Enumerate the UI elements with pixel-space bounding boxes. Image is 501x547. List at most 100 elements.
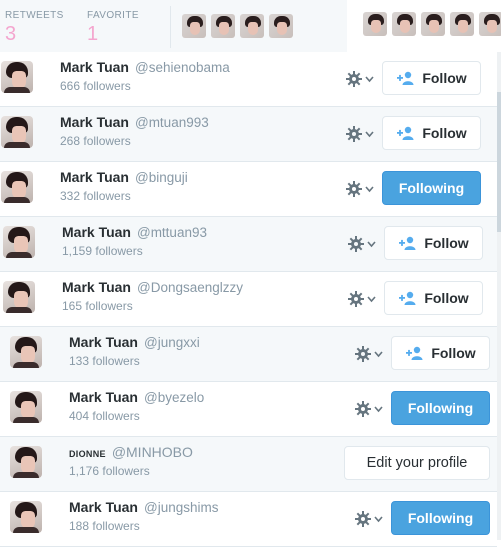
avatar[interactable]: [10, 336, 42, 368]
user-actions-dropdown[interactable]: [355, 399, 385, 419]
follow-button[interactable]: Follow: [382, 116, 481, 150]
follower-count: 133 followers: [69, 354, 140, 368]
user-fullname[interactable]: Mark Tuan: [62, 224, 131, 240]
user-actions-dropdown[interactable]: [346, 124, 376, 144]
user-fullname[interactable]: Mark Tuan: [69, 334, 138, 350]
favorites-count: 1: [87, 23, 99, 45]
user-handle[interactable]: @jungxxi: [144, 335, 200, 350]
user-actions-dropdown[interactable]: [346, 69, 376, 89]
gear-icon: [348, 291, 376, 307]
engager-avatar[interactable]: [182, 14, 206, 38]
engager-avatars: [182, 14, 293, 38]
user-name-line: Mark Tuan @jungxxi: [69, 334, 200, 352]
following-button[interactable]: Following: [382, 171, 481, 205]
follow-button-label: Follow: [431, 345, 476, 361]
add-user-icon: [398, 236, 418, 250]
avatar[interactable]: [1, 116, 33, 148]
user-handle[interactable]: @mttuan93: [137, 225, 207, 240]
user-name-line: Mark Tuan @Dongsaenglzzy: [62, 279, 243, 297]
stats-divider: [170, 6, 171, 48]
add-user-icon: [396, 71, 416, 85]
user-name-line: Mark Tuan @sehienobama: [60, 59, 230, 77]
user-fullname[interactable]: Mark Tuan: [69, 499, 138, 515]
user-actions-dropdown[interactable]: [348, 234, 378, 254]
user-actions-dropdown[interactable]: [348, 289, 378, 309]
user-handle[interactable]: @binguji: [135, 170, 188, 185]
follower-count: 332 followers: [60, 189, 131, 203]
user-fullname[interactable]: Mark Tuan: [60, 169, 129, 185]
favorites-label: FAVORITE: [87, 10, 139, 21]
user-name-line: Mark Tuan @mttuan93: [62, 224, 207, 242]
user-handle[interactable]: @MINHOBO: [112, 444, 193, 460]
list-item: Mark Tuan @sehienobama 666 followers Foll…: [0, 52, 497, 107]
retweets-count: 3: [5, 23, 17, 45]
following-button[interactable]: Following: [391, 391, 490, 425]
user-fullname[interactable]: Mark Tuan: [60, 59, 129, 75]
user-fullname[interactable]: Mark Tuan: [62, 279, 131, 295]
follow-button[interactable]: Follow: [391, 336, 490, 370]
user-actions-dropdown[interactable]: [355, 344, 385, 364]
follow-button-label: Follow: [424, 290, 469, 306]
engagement-stats-bar: RETWEETS 3 FAVORITE 1: [0, 0, 501, 53]
user-name-line: Mark Tuan @byezelo: [69, 389, 204, 407]
add-user-icon: [396, 126, 416, 140]
engager-avatar[interactable]: [450, 12, 474, 36]
avatar[interactable]: [10, 501, 42, 533]
scrollbar-thumb[interactable]: [497, 92, 501, 232]
gear-icon: [346, 181, 374, 197]
follow-button[interactable]: Follow: [384, 281, 483, 315]
user-handle[interactable]: @Dongsaenglzzy: [137, 280, 243, 295]
user-actions-dropdown[interactable]: [346, 179, 376, 199]
follow-button-label: Follow: [422, 125, 467, 141]
user-handle[interactable]: @byezelo: [144, 390, 204, 405]
list-item: Mark Tuan @mtuan993 268 followers Follow: [0, 107, 497, 162]
avatar[interactable]: [1, 61, 33, 93]
follow-button-label: Follow: [424, 235, 469, 251]
follower-count: 165 followers: [62, 299, 133, 313]
add-user-icon: [398, 291, 418, 305]
engager-avatar[interactable]: [479, 12, 501, 36]
avatar[interactable]: [1, 171, 33, 203]
gear-icon: [346, 71, 374, 87]
favorites-stat[interactable]: FAVORITE 1: [87, 10, 139, 45]
following-button[interactable]: Following: [391, 501, 490, 535]
scrollbar[interactable]: [497, 52, 501, 540]
retweets-label: RETWEETS: [5, 10, 64, 21]
avatar[interactable]: [10, 446, 42, 478]
avatar[interactable]: [3, 226, 35, 258]
engager-avatar[interactable]: [240, 14, 264, 38]
user-handle[interactable]: @jungshims: [144, 500, 218, 515]
user-handle[interactable]: @sehienobama: [135, 60, 230, 75]
avatar[interactable]: [3, 281, 35, 313]
list-item: DIONNE @MINHOBO 1,176 followers Edit your…: [0, 437, 497, 492]
gear-icon: [355, 346, 383, 362]
follow-button[interactable]: Follow: [384, 226, 483, 260]
engager-avatars-overflow: [347, 0, 501, 52]
avatar[interactable]: [10, 391, 42, 423]
follower-count: 188 followers: [69, 519, 140, 533]
user-fullname[interactable]: Mark Tuan: [69, 389, 138, 405]
engager-avatar[interactable]: [211, 14, 235, 38]
engager-avatar[interactable]: [392, 12, 416, 36]
gear-icon: [346, 126, 374, 142]
add-user-icon: [405, 346, 425, 360]
list-item: Mark Tuan @jungxxi 133 followers Follow: [0, 327, 497, 382]
follower-count: 666 followers: [60, 79, 131, 93]
user-name-line: DIONNE @MINHOBO: [69, 444, 193, 462]
engager-avatar[interactable]: [269, 14, 293, 38]
follower-count: 1,159 followers: [62, 244, 143, 258]
user-fullname[interactable]: Mark Tuan: [60, 114, 129, 130]
list-item: Mark Tuan @Dongsaenglzzy 165 followers Fo…: [0, 272, 497, 327]
edit-profile-button[interactable]: Edit your profile: [344, 446, 490, 480]
gear-icon: [355, 511, 383, 527]
user-name-line: Mark Tuan @binguji: [60, 169, 188, 187]
engager-avatar[interactable]: [363, 12, 387, 36]
follower-count: 268 followers: [60, 134, 131, 148]
follow-button[interactable]: Follow: [382, 61, 481, 95]
user-actions-dropdown[interactable]: [355, 509, 385, 529]
engager-avatar[interactable]: [421, 12, 445, 36]
list-item: Mark Tuan @byezelo 404 followers Followin…: [0, 382, 497, 437]
user-handle[interactable]: @mtuan993: [135, 115, 209, 130]
user-fullname[interactable]: DIONNE: [69, 449, 106, 459]
retweets-stat[interactable]: RETWEETS 3: [5, 10, 64, 45]
